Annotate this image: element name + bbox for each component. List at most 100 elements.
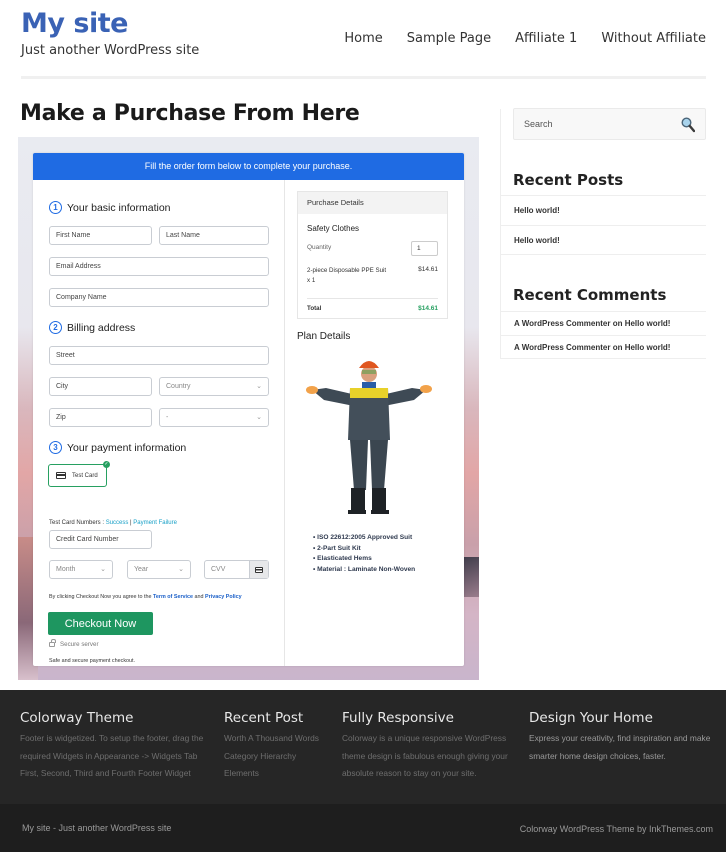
footer-col-colorway: Colorway Theme Footer is widgetized. To … — [20, 710, 215, 783]
lock-icon — [49, 639, 56, 647]
recent-posts-list: Hello world! Hello world! — [501, 195, 706, 255]
street-field[interactable]: Street — [49, 346, 269, 365]
search-icon[interactable] — [681, 117, 695, 133]
footer-heading: Colorway Theme — [20, 710, 134, 726]
last-name-field[interactable]: Last Name — [159, 226, 269, 245]
test-card-label: Test Card Numbers : — [49, 520, 106, 526]
step-basic-info: 1 Your basic information — [49, 201, 171, 214]
list-item: A WordPress Commenter on Hello world! — [501, 335, 706, 359]
footer-heading: Recent Post — [224, 710, 304, 726]
month-select-value: Month — [56, 566, 76, 573]
nav-item-home[interactable]: Home — [344, 31, 382, 46]
cvv-field[interactable]: CVV — [204, 560, 269, 579]
header-divider — [21, 76, 706, 79]
worker-left-leg — [350, 440, 368, 490]
checkout-preview-image: Fill the order form below to complete yo… — [18, 137, 479, 680]
nav-item-sample-page[interactable]: Sample Page — [407, 31, 491, 46]
purchase-details-heading: Purchase Details — [298, 192, 447, 214]
step-number: 2 — [49, 321, 62, 334]
total-amount: $14.61 — [418, 305, 438, 312]
list-item: Worth A Thousand Words — [224, 730, 334, 748]
country-select[interactable]: Country ⌄ — [159, 377, 269, 396]
footer-post-link[interactable]: Worth A Thousand Words — [224, 733, 319, 743]
worker-left-boot — [351, 488, 365, 512]
footer-text: Footer is widgetized. To setup the foote… — [20, 733, 204, 778]
terms-of-service-link[interactable]: Term of Service — [153, 594, 193, 600]
checkout-banner: Fill the order form below to complete yo… — [33, 153, 464, 180]
worker-left-glove — [306, 386, 318, 394]
cvv-placeholder: CVV — [211, 566, 226, 573]
comment-on: on — [610, 343, 625, 352]
comment-on: on — [610, 319, 625, 328]
theme-credit-link[interactable]: Colorway WordPress Theme by InkThemes.co… — [520, 824, 713, 834]
payment-failure-link[interactable]: Payment Failure — [133, 520, 177, 526]
success-link[interactable]: Success — [106, 520, 129, 526]
secure-server-note: Secure server — [49, 639, 99, 648]
nav-item-without-affiliate[interactable]: Without Affiliate — [601, 31, 706, 46]
footer-credit: Colorway WordPress Theme by InkThemes.co… — [520, 824, 713, 834]
comment-author-link[interactable]: A WordPress Commenter — [514, 343, 610, 352]
credit-card-icon — [56, 472, 66, 479]
worker-right-boot — [372, 488, 386, 512]
footer-post-link[interactable]: Category Hierarchy — [224, 751, 296, 761]
purchase-details-box: Purchase Details Safety Clothes Quantity… — [297, 191, 448, 319]
test-card-numbers: Test Card Numbers : Success | Payment Fa… — [49, 520, 177, 526]
footer-heading: Fully Responsive — [342, 710, 454, 726]
worker-yellow-band — [350, 388, 388, 398]
zip-field[interactable]: Zip — [49, 408, 152, 427]
worker-right-arm — [384, 388, 426, 406]
list-item: A WordPress Commenter on Hello world! — [501, 311, 706, 335]
agree-text: and — [193, 594, 206, 600]
worker-helmet — [359, 361, 379, 368]
month-select[interactable]: Month ⌄ — [49, 560, 113, 579]
quantity-input[interactable]: 1 — [411, 241, 438, 256]
list-item: Category Hierarchy — [224, 748, 334, 766]
product-image-worker — [306, 361, 432, 514]
nav-item-affiliate-1[interactable]: Affiliate 1 — [515, 31, 577, 46]
line-item-price: $14.61 — [418, 266, 438, 273]
recent-post-link[interactable]: Hello world! — [514, 206, 560, 215]
divider — [307, 298, 438, 299]
comment-post-link[interactable]: Hello world! — [625, 343, 671, 352]
recent-post-link[interactable]: Hello world! — [514, 236, 560, 245]
city-field[interactable]: City — [49, 377, 152, 396]
secure-server-label: Secure server — [60, 641, 99, 648]
plan-feature: Elasticated Hems — [313, 554, 415, 565]
year-select[interactable]: Year ⌄ — [127, 560, 191, 579]
footer-post-link[interactable]: Elements — [224, 768, 259, 778]
company-field[interactable]: Company Name — [49, 288, 269, 307]
search-widget — [513, 108, 706, 140]
first-name-field[interactable]: First Name — [49, 226, 152, 245]
plan-feature: 2-Part Suit Kit — [313, 544, 415, 555]
recent-posts-title: Recent Posts — [513, 171, 624, 189]
cvv-card-icon — [249, 561, 268, 578]
comment-post-link[interactable]: Hello world! — [625, 319, 671, 328]
comment-author-link[interactable]: A WordPress Commenter — [514, 319, 610, 328]
list-item: Hello world! — [501, 195, 706, 225]
card-number-field[interactable]: Credit Card Number — [49, 530, 152, 549]
quantity-label: Quantity — [307, 244, 332, 251]
plan-feature: ISO 22612:2005 Approved Suit — [313, 533, 415, 544]
footer-text: Express your creativity, find inspiratio… — [529, 733, 711, 761]
email-field[interactable]: Email Address — [49, 257, 269, 276]
recent-comments-list: A WordPress Commenter on Hello world! A … — [501, 311, 706, 359]
search-input[interactable] — [514, 109, 664, 139]
footer-heading: Design Your Home — [529, 710, 653, 726]
privacy-policy-link[interactable]: Privacy Policy — [205, 594, 242, 600]
site-title[interactable]: My site — [21, 8, 128, 39]
chevron-down-icon: ⌄ — [256, 414, 262, 421]
state-select[interactable]: - ⌄ — [159, 408, 269, 427]
chevron-down-icon: ⌄ — [256, 383, 262, 390]
state-select-value: - — [166, 414, 169, 421]
step-label: Billing address — [67, 321, 136, 334]
checkout-now-button[interactable]: Checkout Now — [48, 612, 153, 635]
chevron-down-icon: ⌄ — [100, 566, 106, 573]
footer-col-design-home: Design Your Home Express your creativity… — [529, 710, 721, 765]
agree-text: By clicking Checkout Now you agree to th… — [49, 594, 153, 600]
step-number: 1 — [49, 201, 62, 214]
plan-features-list: ISO 22612:2005 Approved Suit 2-Part Suit… — [313, 533, 415, 575]
step-label: Your payment information — [67, 441, 187, 454]
terms-agreement: By clicking Checkout Now you agree to th… — [49, 594, 242, 600]
payment-method-test-card[interactable]: Test Card ✓ — [48, 461, 110, 487]
year-select-value: Year — [134, 566, 149, 573]
